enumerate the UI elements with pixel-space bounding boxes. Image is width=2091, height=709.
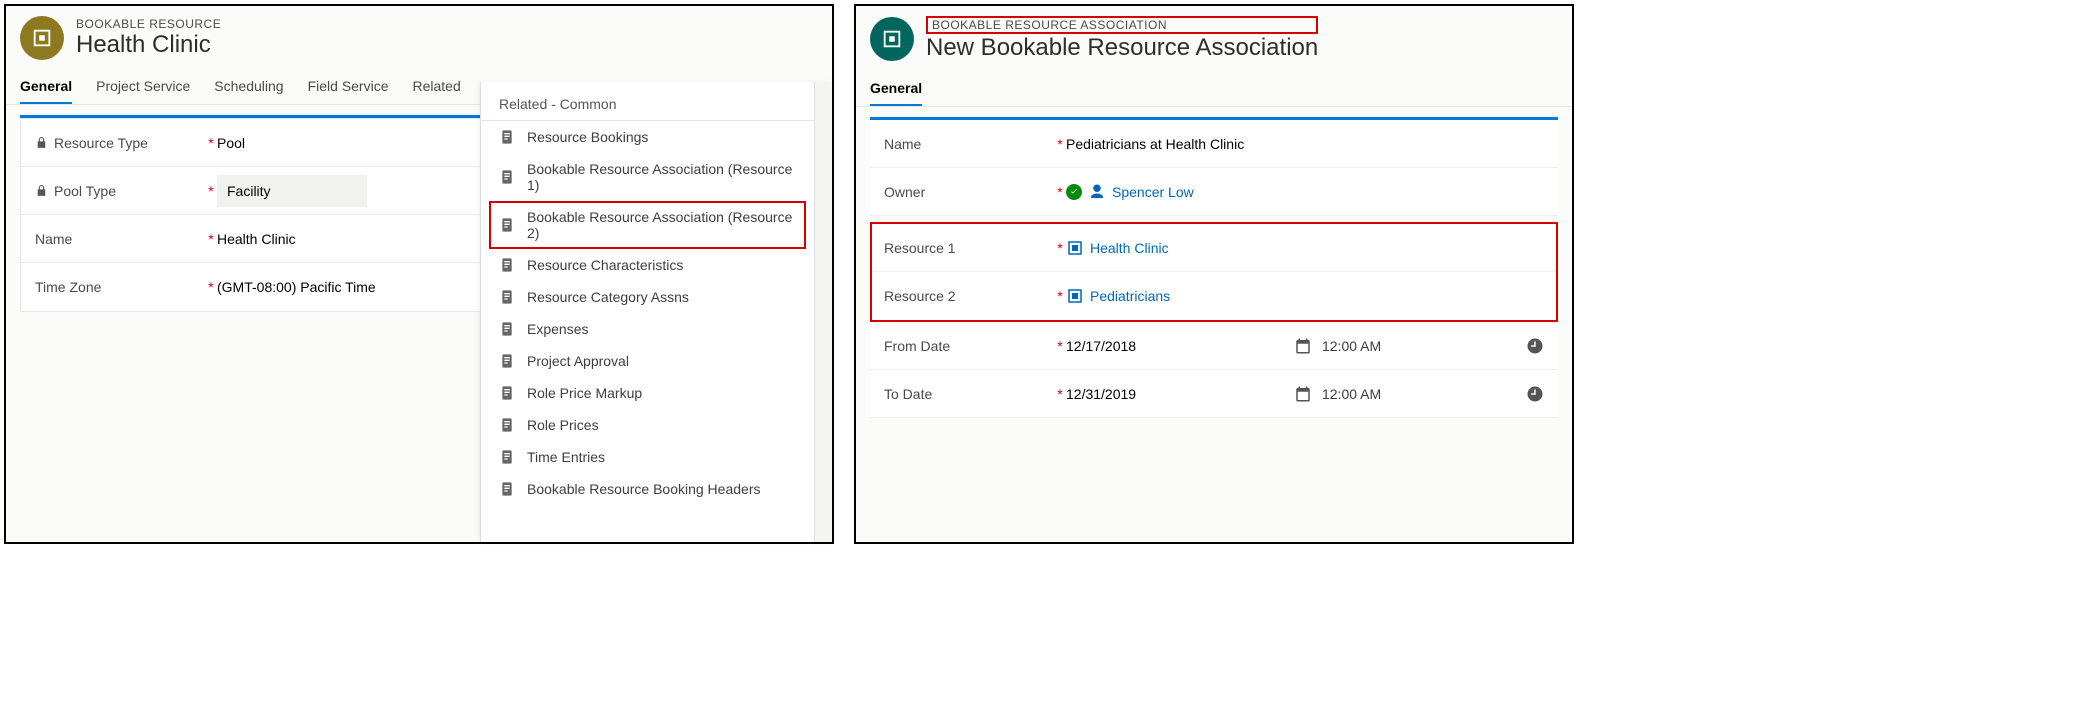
check-icon <box>1066 184 1082 200</box>
related-item[interactable]: Role Prices <box>481 409 814 441</box>
related-item[interactable]: Resource Bookings <box>481 121 814 153</box>
field-label: Name <box>884 136 921 152</box>
form-tabs: General <box>856 62 1572 107</box>
from-date-value[interactable]: 12/17/2018 <box>1066 338 1294 354</box>
tab-field-service[interactable]: Field Service <box>308 78 389 104</box>
field-resource-1[interactable]: Resource 1 * Health Clinic <box>872 224 1556 272</box>
lock-icon <box>35 184 48 197</box>
related-item[interactable]: Resource Characteristics <box>481 249 814 281</box>
field-label: Resource 2 <box>884 288 956 304</box>
tab-general[interactable]: General <box>20 78 72 104</box>
lock-icon <box>35 136 48 149</box>
assoc-fields-top: Name * Pediatricians at Health Clinic Ow… <box>870 120 1558 216</box>
clock-icon[interactable] <box>1526 337 1544 355</box>
entity-icon <box>870 17 914 61</box>
related-menu: Related - Common Resource BookingsBookab… <box>480 82 832 542</box>
record-title: Health Clinic <box>76 31 221 59</box>
entity-icon <box>20 16 64 60</box>
resource-fields-highlight: Resource 1 * Health Clinic Resource 2 * … <box>870 222 1558 322</box>
field-label: To Date <box>884 386 932 402</box>
clock-icon[interactable] <box>1526 385 1544 403</box>
field-name[interactable]: Name * Pediatricians at Health Clinic <box>870 120 1558 168</box>
form-header: BOOKABLE RESOURCE ASSOCIATION New Bookab… <box>856 6 1572 62</box>
related-item[interactable]: Project Approval <box>481 345 814 377</box>
related-item[interactable]: Role Price Markup <box>481 377 814 409</box>
scrollbar[interactable] <box>814 82 832 542</box>
related-item[interactable]: Bookable Resource Association (Resource … <box>481 153 814 201</box>
field-label: Name <box>35 231 72 247</box>
owner-link[interactable]: Spencer Low <box>1112 184 1194 200</box>
field-value: Facility <box>217 175 367 207</box>
entity-label: BOOKABLE RESOURCE <box>76 17 221 31</box>
field-label: Owner <box>884 184 925 200</box>
calendar-icon[interactable] <box>1294 337 1312 355</box>
field-to-date[interactable]: To Date * 12/31/2019 12:00 AM <box>870 370 1558 418</box>
field-owner[interactable]: Owner * Spencer Low <box>870 168 1558 216</box>
related-item[interactable]: Bookable Resource Association (Resource … <box>489 201 806 249</box>
entity-label: BOOKABLE RESOURCE ASSOCIATION <box>926 16 1318 34</box>
bookable-resource-form: BOOKABLE RESOURCE Health Clinic General … <box>4 4 834 544</box>
field-label: Resource 1 <box>884 240 956 256</box>
resource1-link[interactable]: Health Clinic <box>1090 240 1169 256</box>
form-header: BOOKABLE RESOURCE Health Clinic <box>6 6 832 60</box>
related-item[interactable]: Resource Category Assns <box>481 281 814 313</box>
resource2-link[interactable]: Pediatricians <box>1090 288 1170 304</box>
tab-scheduling[interactable]: Scheduling <box>214 78 283 104</box>
field-label: Resource Type <box>54 135 148 151</box>
tab-general[interactable]: General <box>870 80 922 106</box>
field-value: Pediatricians at Health Clinic <box>1066 136 1544 152</box>
bookable-resource-association-form: BOOKABLE RESOURCE ASSOCIATION New Bookab… <box>854 4 1574 544</box>
resource-icon <box>1066 287 1084 305</box>
field-label: Time Zone <box>35 279 101 295</box>
assoc-fields-dates: From Date * 12/17/2018 12:00 AM To Date … <box>870 322 1558 418</box>
to-time-value[interactable]: 12:00 AM <box>1322 386 1381 402</box>
field-from-date[interactable]: From Date * 12/17/2018 12:00 AM <box>870 322 1558 370</box>
related-item[interactable]: Expenses <box>481 313 814 345</box>
tab-project-service[interactable]: Project Service <box>96 78 190 104</box>
resource-icon <box>1066 239 1084 257</box>
tab-related[interactable]: Related <box>413 78 461 104</box>
person-icon <box>1088 183 1106 201</box>
calendar-icon[interactable] <box>1294 385 1312 403</box>
related-heading: Related - Common <box>481 96 814 121</box>
from-time-value[interactable]: 12:00 AM <box>1322 338 1381 354</box>
field-label: Pool Type <box>54 183 116 199</box>
related-item[interactable]: Time Entries <box>481 441 814 473</box>
field-resource-2[interactable]: Resource 2 * Pediatricians <box>872 272 1556 320</box>
record-title: New Bookable Resource Association <box>926 34 1318 62</box>
related-item[interactable]: Bookable Resource Booking Headers <box>481 473 814 505</box>
to-date-value[interactable]: 12/31/2019 <box>1066 386 1294 402</box>
field-label: From Date <box>884 338 950 354</box>
